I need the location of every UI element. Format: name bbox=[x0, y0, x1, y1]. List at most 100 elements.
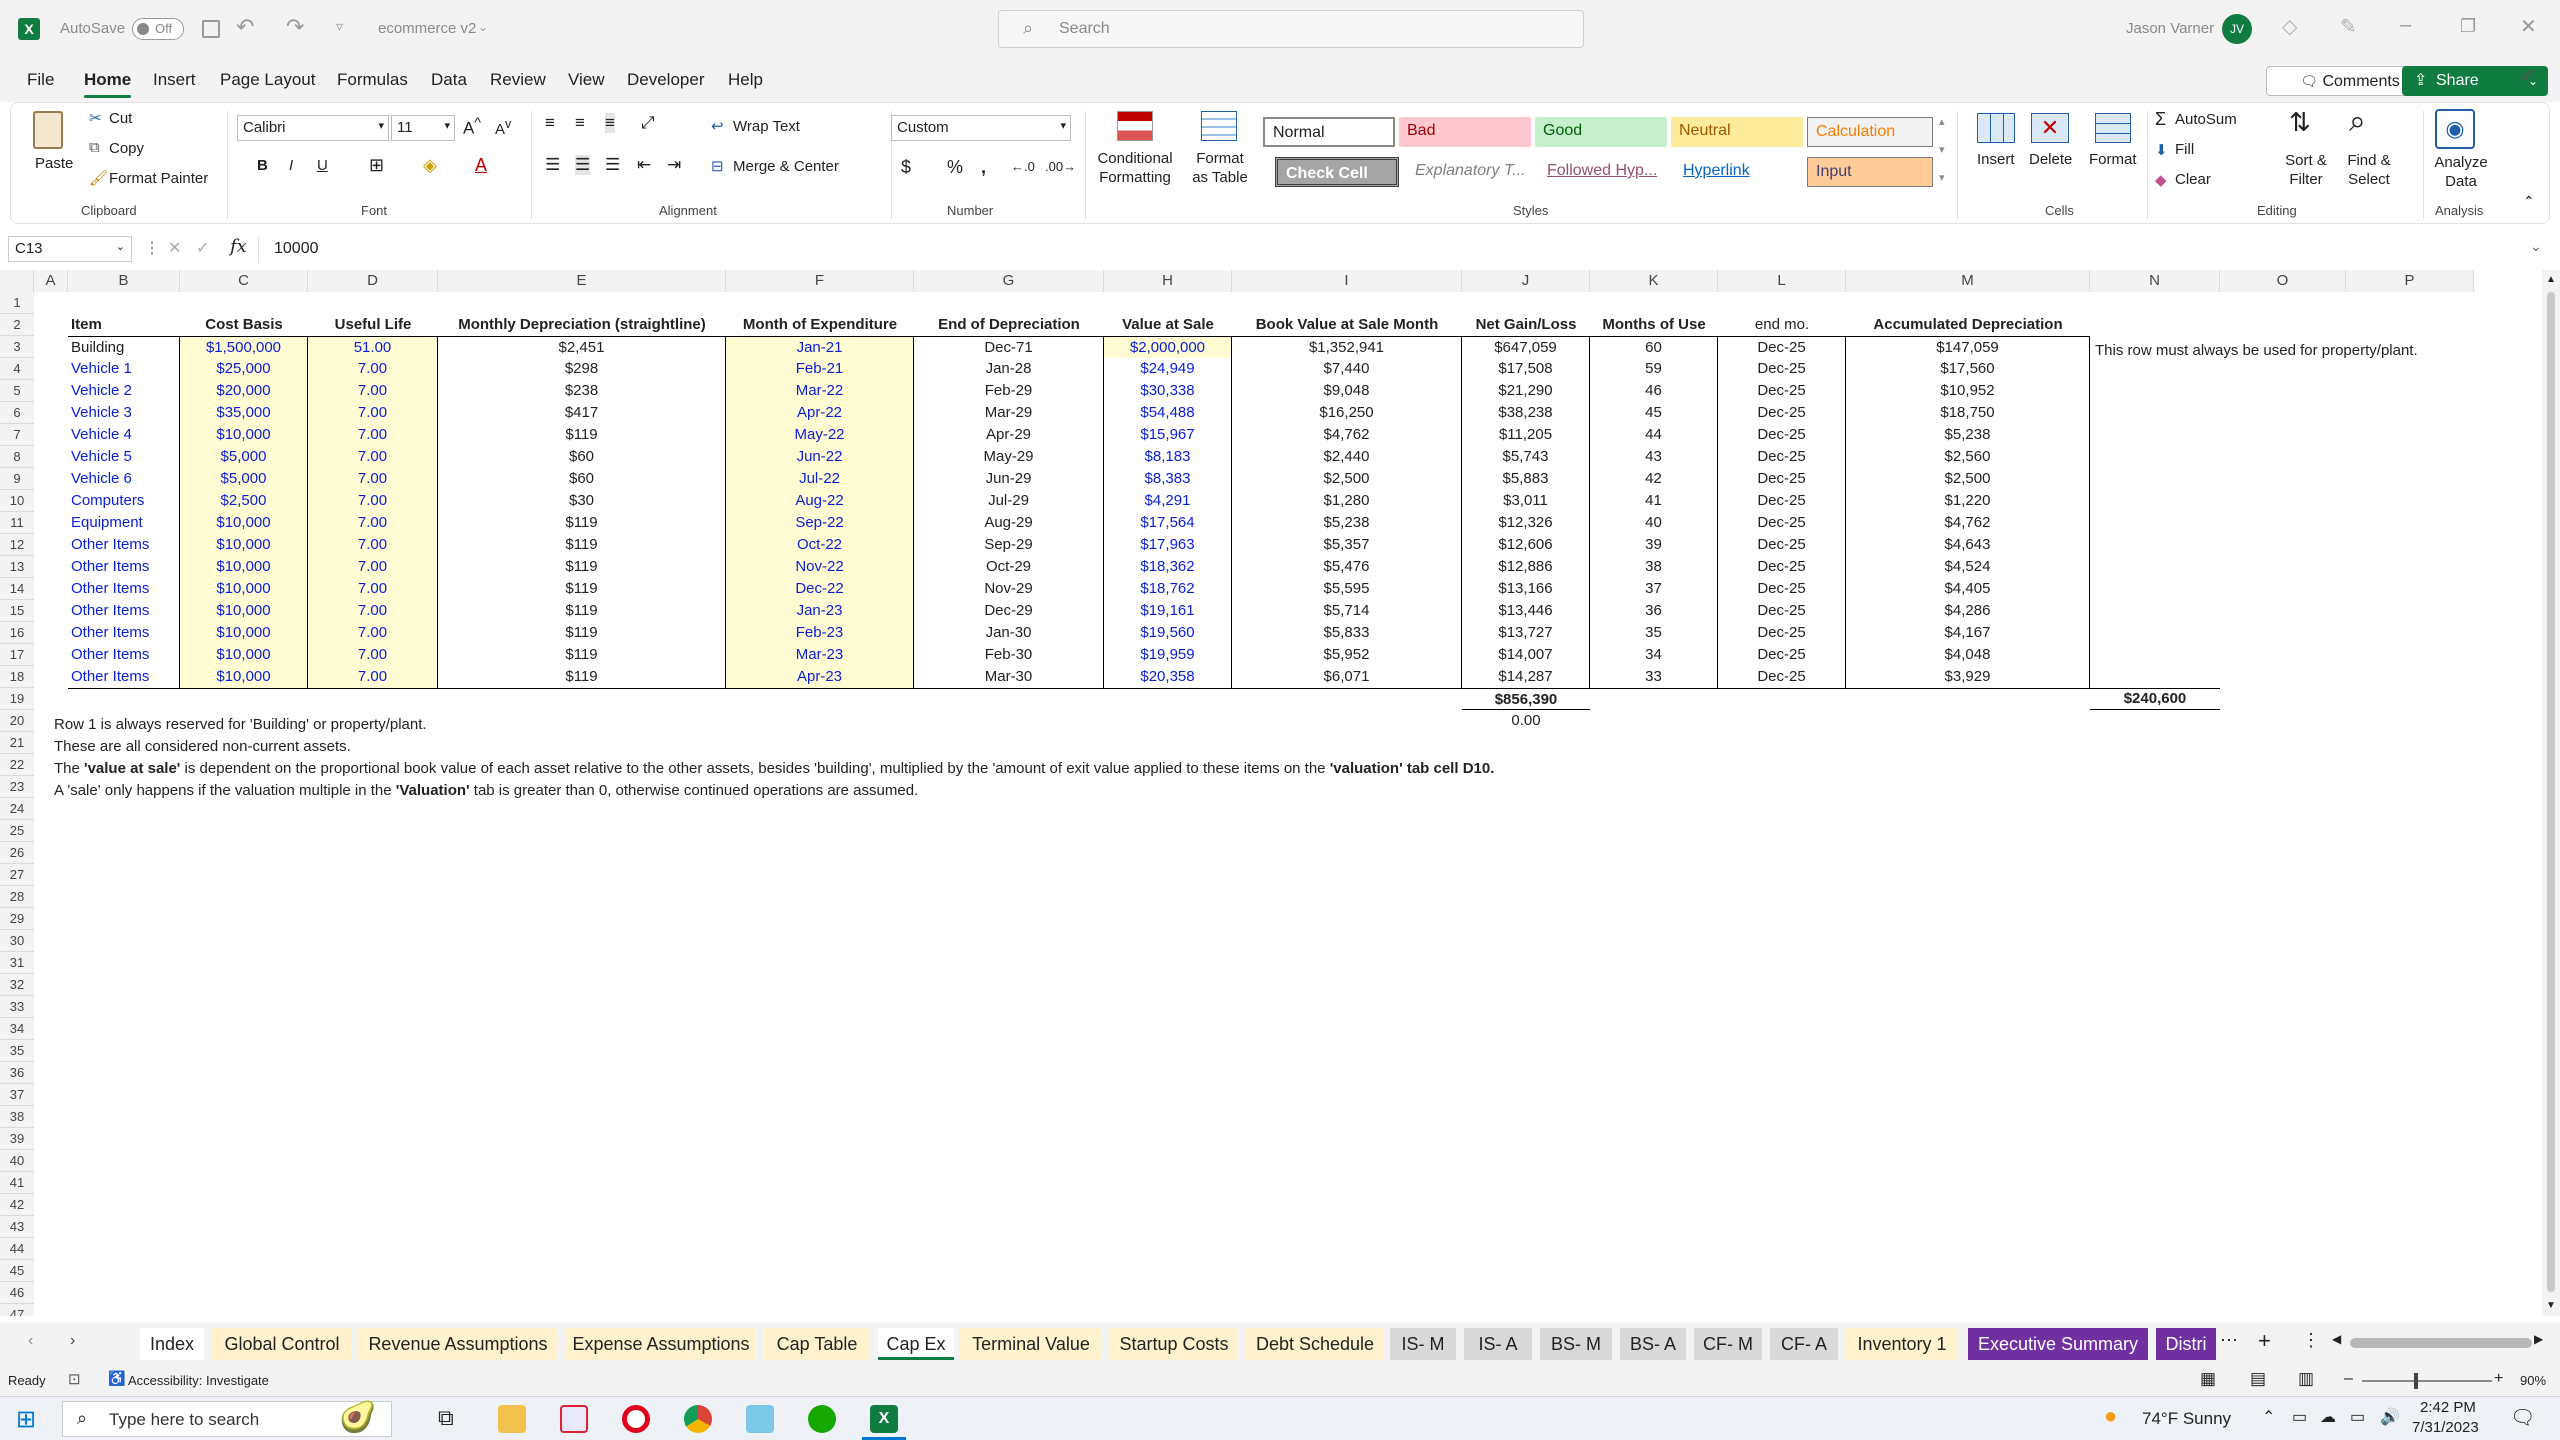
header-cell[interactable]: Value at Sale bbox=[1104, 314, 1232, 336]
value-cell[interactable]: $17,963 bbox=[1104, 534, 1232, 556]
item-cell[interactable]: Other Items bbox=[68, 600, 180, 622]
column-header-m[interactable]: M bbox=[1846, 270, 2090, 292]
app-icon[interactable] bbox=[746, 1405, 774, 1433]
autosave-toggle[interactable]: Off bbox=[132, 18, 184, 40]
side-note-n3[interactable]: This row must always be used for propert… bbox=[2092, 340, 2421, 362]
fill-color-icon[interactable]: ◈ bbox=[423, 155, 437, 176]
sheet-tab-is-a[interactable]: IS- A bbox=[1464, 1328, 1532, 1360]
merge-center-icon[interactable]: ⊟ bbox=[711, 157, 724, 175]
value-cell[interactable]: 7.00 bbox=[308, 446, 438, 468]
cut-icon[interactable]: ✂ bbox=[89, 109, 102, 127]
value-cell[interactable]: $5,833 bbox=[1232, 622, 1462, 644]
value-cell[interactable]: 7.00 bbox=[308, 534, 438, 556]
row-header-3[interactable]: 3 bbox=[0, 336, 34, 358]
value-cell[interactable]: $54,488 bbox=[1104, 402, 1232, 424]
style-check-cell[interactable]: Check Cell bbox=[1275, 157, 1399, 187]
paste-button[interactable]: Paste bbox=[35, 155, 73, 172]
value-cell[interactable]: 7.00 bbox=[308, 358, 438, 380]
display-icon[interactable]: ▭ bbox=[2350, 1407, 2365, 1427]
horizontal-scrollbar[interactable] bbox=[2350, 1338, 2532, 1348]
value-cell[interactable]: $4,167 bbox=[1846, 622, 2090, 644]
value-cell[interactable]: $12,326 bbox=[1462, 512, 1590, 534]
row-header-10[interactable]: 10 bbox=[0, 490, 34, 512]
value-cell[interactable]: $2,500 bbox=[1232, 468, 1462, 490]
format-cells-icon[interactable] bbox=[2095, 113, 2131, 143]
snipping-tool-icon[interactable] bbox=[560, 1405, 588, 1433]
value-cell[interactable]: 46 bbox=[1590, 380, 1718, 402]
value-cell[interactable]: Dec-25 bbox=[1718, 534, 1846, 556]
menu-view[interactable]: View bbox=[568, 70, 605, 90]
zoom-slider[interactable] bbox=[2362, 1373, 2492, 1389]
value-cell[interactable]: $119 bbox=[438, 600, 726, 622]
undo-icon[interactable]: ↶ bbox=[236, 14, 254, 40]
sheet-tab-cf-m[interactable]: CF- M bbox=[1694, 1328, 1762, 1360]
value-cell[interactable]: 38 bbox=[1590, 556, 1718, 578]
value-cell[interactable]: $2,440 bbox=[1232, 446, 1462, 468]
row-header-43[interactable]: 43 bbox=[0, 1216, 34, 1238]
header-cell[interactable]: Accumulated Depreciation bbox=[1846, 314, 2090, 336]
value-cell[interactable]: $10,000 bbox=[180, 644, 308, 666]
row-header-44[interactable]: 44 bbox=[0, 1238, 34, 1260]
value-cell[interactable]: Dec-25 bbox=[1718, 358, 1846, 380]
value-cell[interactable]: $5,595 bbox=[1232, 578, 1462, 600]
row-header-11[interactable]: 11 bbox=[0, 512, 34, 534]
value-cell[interactable]: Dec-25 bbox=[1718, 446, 1846, 468]
row-header-39[interactable]: 39 bbox=[0, 1128, 34, 1150]
item-cell[interactable]: Vehicle 6 bbox=[68, 468, 180, 490]
check-value[interactable]: 0.00 bbox=[1462, 710, 1590, 732]
value-cell[interactable]: $4,643 bbox=[1846, 534, 2090, 556]
item-cell[interactable]: Other Items bbox=[68, 644, 180, 666]
value-cell[interactable]: $17,564 bbox=[1104, 512, 1232, 534]
page-layout-view-icon[interactable]: ▤ bbox=[2250, 1369, 2266, 1389]
value-cell[interactable]: Dec-25 bbox=[1718, 402, 1846, 424]
accessibility-status[interactable]: Accessibility: Investigate bbox=[128, 1373, 269, 1388]
column-header-n[interactable]: N bbox=[2090, 270, 2220, 292]
align-center-icon[interactable]: ☰ bbox=[575, 155, 591, 175]
value-cell[interactable]: $10,952 bbox=[1846, 380, 2090, 402]
volume-icon[interactable]: 🔊 bbox=[2380, 1407, 2400, 1427]
value-cell[interactable]: $119 bbox=[438, 622, 726, 644]
row-header-41[interactable]: 41 bbox=[0, 1172, 34, 1194]
format-as-table-button[interactable]: Format as Table bbox=[1187, 149, 1253, 187]
value-cell[interactable]: $38,238 bbox=[1462, 402, 1590, 424]
value-cell[interactable]: $119 bbox=[438, 534, 726, 556]
value-cell[interactable]: $119 bbox=[438, 666, 726, 688]
align-bottom-icon[interactable]: ≡ bbox=[605, 113, 615, 133]
value-cell[interactable]: $19,959 bbox=[1104, 644, 1232, 666]
value-cell[interactable]: 44 bbox=[1590, 424, 1718, 446]
premium-diamond-icon[interactable]: ◇ bbox=[2282, 14, 2297, 39]
value-cell[interactable]: $60 bbox=[438, 468, 726, 490]
find-select-icon[interactable]: ⌕ bbox=[2349, 105, 2366, 139]
sort-filter-button[interactable]: Sort & Filter bbox=[2271, 151, 2341, 189]
value-cell[interactable]: 51.00 bbox=[308, 336, 438, 358]
wrap-text-icon[interactable]: ↩ bbox=[711, 117, 724, 135]
menu-data[interactable]: Data bbox=[431, 70, 467, 90]
column-header-j[interactable]: J bbox=[1462, 270, 1590, 292]
style-explanatory[interactable]: Explanatory T... bbox=[1407, 157, 1531, 187]
spreadsheet-grid[interactable]: ABCDEFGHIJKLMNOP 1 2 3 4 5 6 7 8 9 10 11 12 13 14 15 16… bbox=[0, 270, 2560, 1316]
cloud-icon[interactable]: ☁ bbox=[2320, 1407, 2336, 1427]
header-cell[interactable]: Months of Use bbox=[1590, 314, 1718, 336]
value-cell[interactable]: Dec-29 bbox=[914, 600, 1104, 622]
value-cell[interactable]: $30 bbox=[438, 490, 726, 512]
row-header-1[interactable]: 1 bbox=[0, 292, 34, 314]
value-cell[interactable]: $119 bbox=[438, 578, 726, 600]
row-header-25[interactable]: 25 bbox=[0, 820, 34, 842]
total-net-gain[interactable]: $856,390 bbox=[1462, 688, 1590, 710]
increase-font-icon[interactable]: A^ bbox=[463, 115, 481, 139]
value-cell[interactable]: $10,000 bbox=[180, 578, 308, 600]
value-cell[interactable]: Feb-29 bbox=[914, 380, 1104, 402]
row-header-19[interactable]: 19 bbox=[0, 688, 34, 710]
value-cell[interactable]: Jan-21 bbox=[726, 336, 914, 358]
value-cell[interactable]: $14,287 bbox=[1462, 666, 1590, 688]
style-bad[interactable]: Bad bbox=[1399, 117, 1531, 147]
sheet-tab-terminal-value[interactable]: Terminal Value bbox=[960, 1328, 1102, 1360]
value-cell[interactable]: 42 bbox=[1590, 468, 1718, 490]
value-cell[interactable]: $10,000 bbox=[180, 600, 308, 622]
value-cell[interactable]: Nov-29 bbox=[914, 578, 1104, 600]
row-header-20[interactable]: 20 bbox=[0, 710, 34, 732]
format-cells-button[interactable]: Format bbox=[2089, 151, 2137, 168]
avatar[interactable]: JV bbox=[2222, 14, 2252, 44]
value-cell[interactable]: Jan-28 bbox=[914, 358, 1104, 380]
underline-icon[interactable]: U bbox=[317, 157, 328, 174]
